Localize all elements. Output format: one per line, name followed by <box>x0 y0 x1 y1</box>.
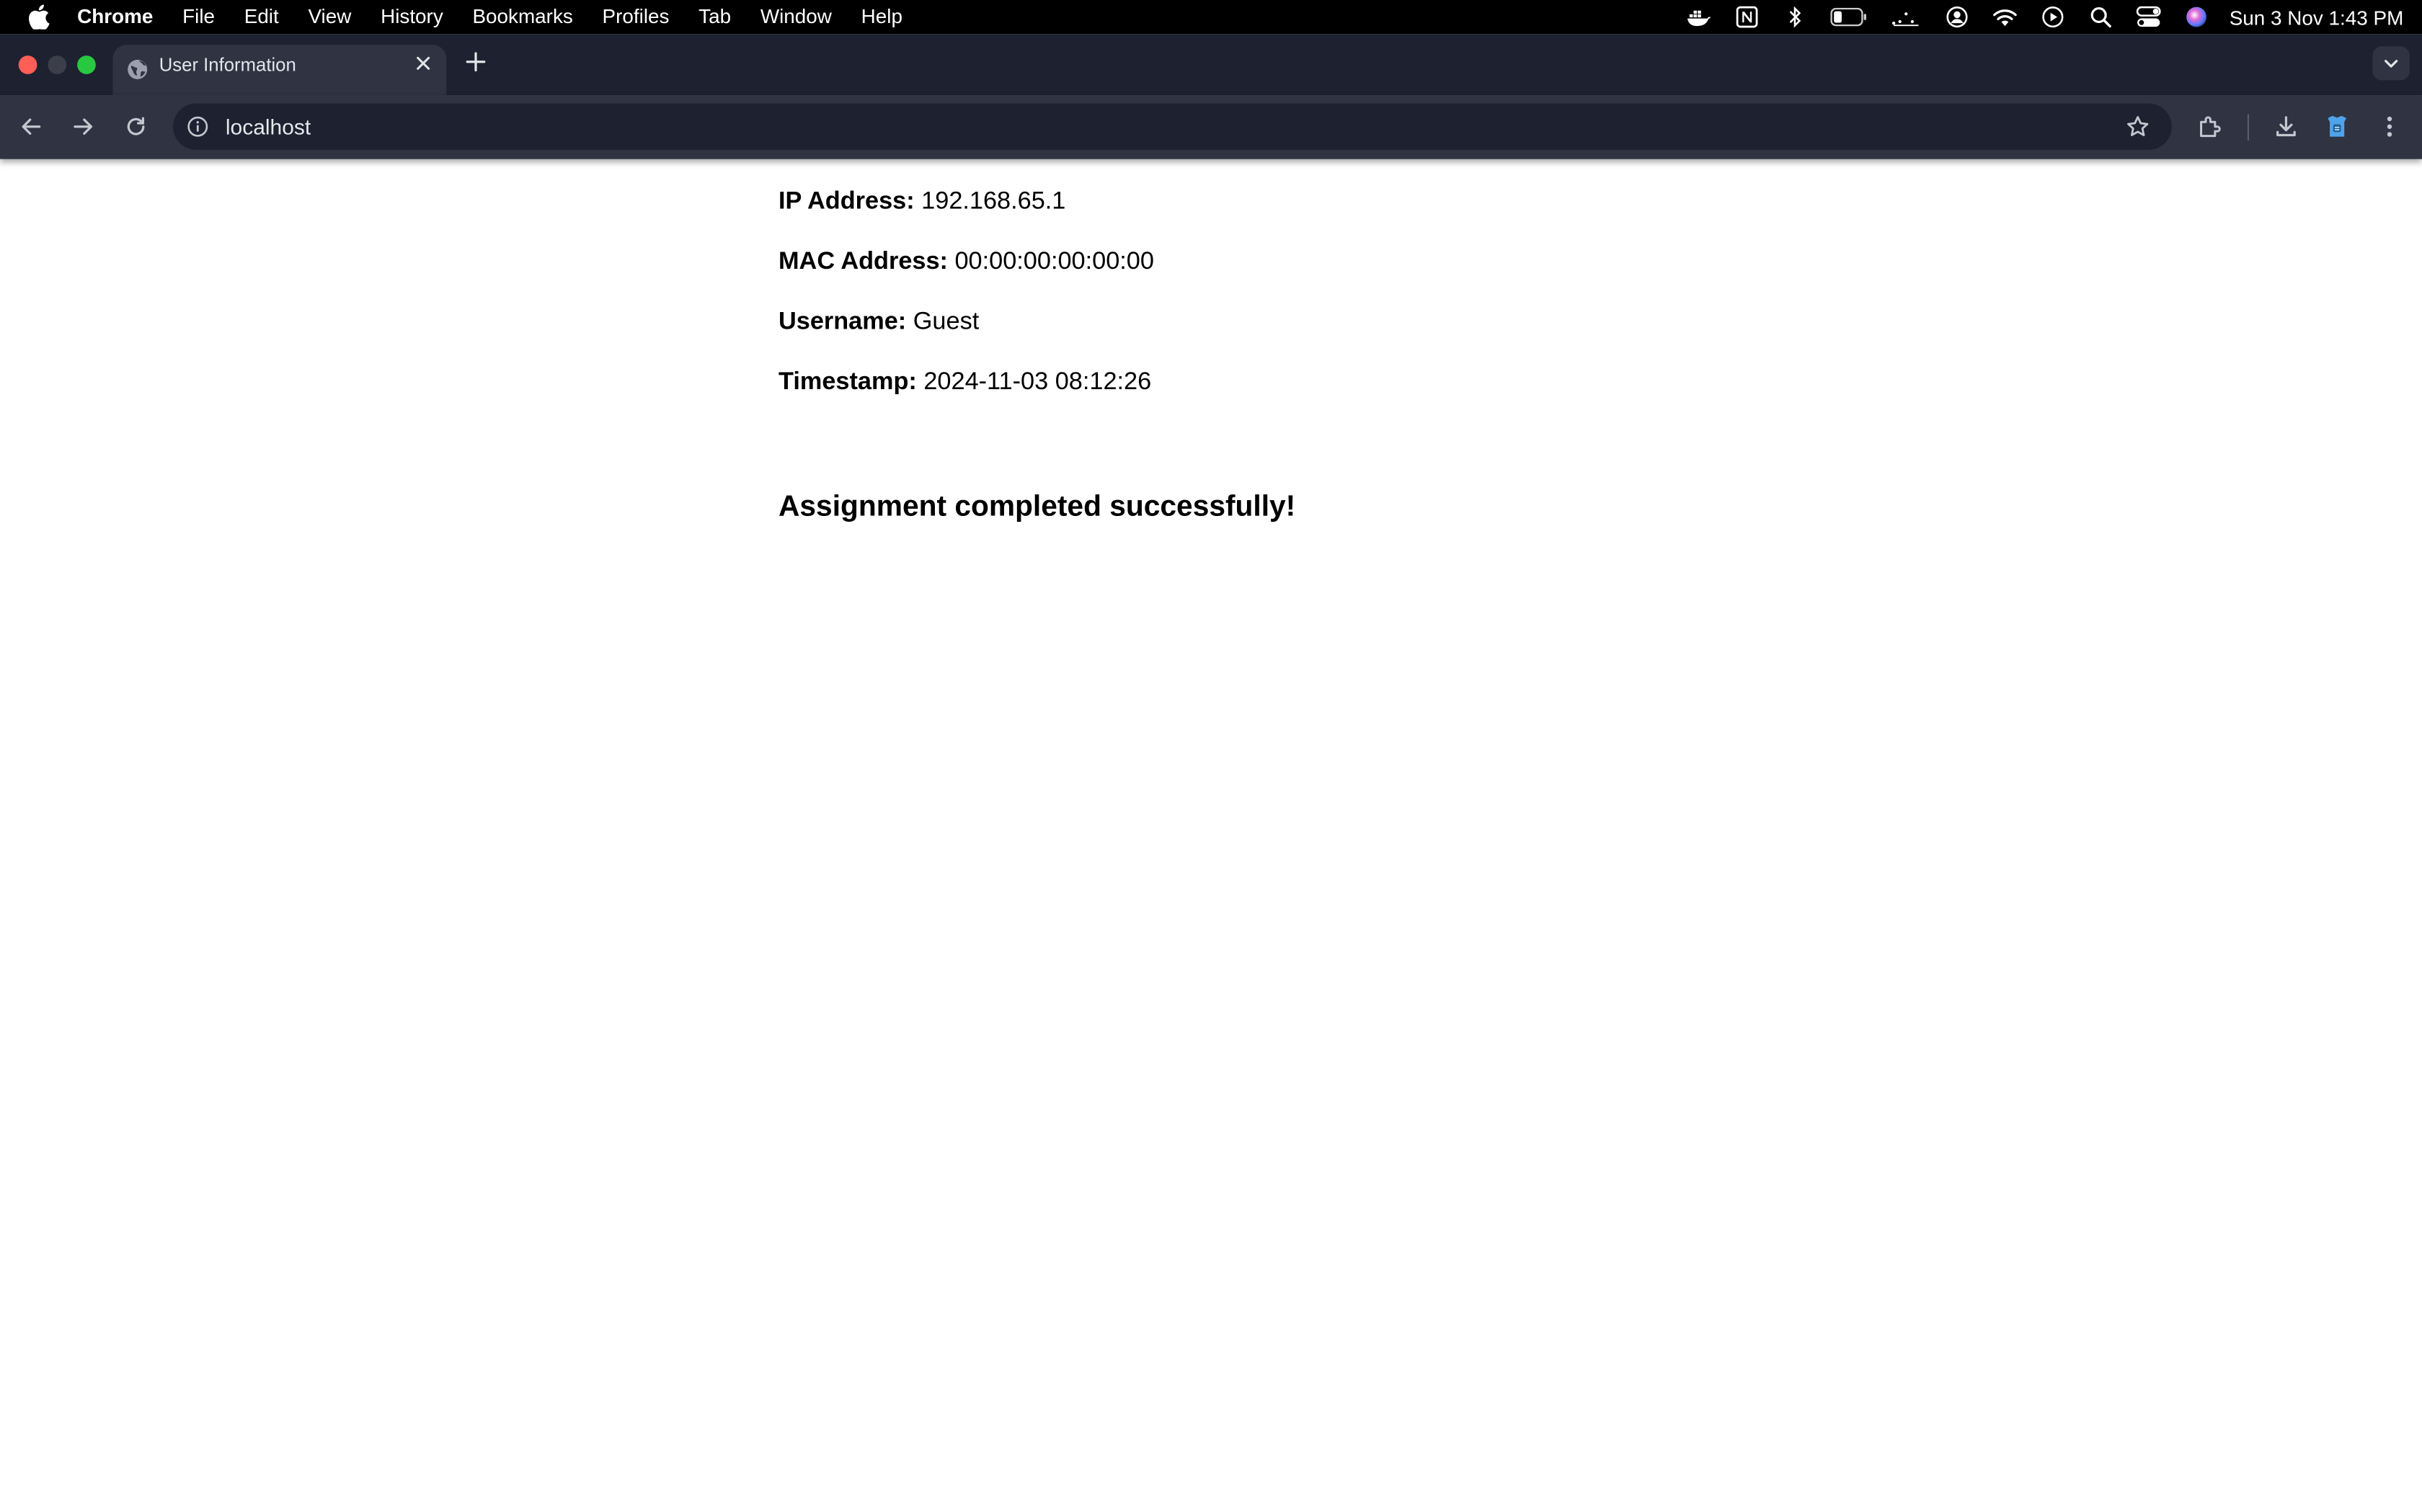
menu-profiles[interactable]: Profiles <box>603 0 670 34</box>
menu-history[interactable]: History <box>381 0 443 34</box>
tab-title: User Information <box>159 54 296 76</box>
minimize-window-button[interactable] <box>48 55 67 74</box>
chrome-menu-button[interactable] <box>2374 111 2405 142</box>
extensions-button[interactable] <box>2193 111 2224 142</box>
control-center-icon[interactable] <box>2137 6 2162 28</box>
toolbar-divider <box>2247 114 2249 141</box>
ip-address-row: IP Address: 192.168.65.1 <box>778 188 1065 216</box>
docker-icon[interactable] <box>1687 6 1712 28</box>
menu-help[interactable]: Help <box>861 0 902 34</box>
menu-bar: Chrome File Edit View History Bookmarks … <box>0 0 2422 35</box>
username-value: Guest <box>913 308 980 335</box>
downloads-button[interactable] <box>2271 111 2302 142</box>
bluetooth-icon[interactable] <box>1783 6 1807 28</box>
screen: Chrome File Edit View History Bookmarks … <box>0 0 2422 1512</box>
arrow-left-icon <box>22 118 41 135</box>
menu-view[interactable]: View <box>308 0 351 34</box>
new-tab-icon[interactable] <box>463 50 488 74</box>
tab-search-button[interactable] <box>2372 46 2410 81</box>
tab-user-information[interactable]: User Information <box>112 45 447 96</box>
close-tab-icon[interactable] <box>414 54 432 73</box>
menu-tab[interactable]: Tab <box>698 0 731 34</box>
globe-icon <box>128 59 148 79</box>
menu-app-chrome[interactable]: Chrome <box>77 0 153 34</box>
tab-strip: User Information <box>0 34 2422 96</box>
menu-edit[interactable]: Edit <box>244 0 279 34</box>
mac-address-value: 00:00:00:00:00:00 <box>954 249 1154 275</box>
close-window-button[interactable] <box>18 55 37 74</box>
wifi-icon[interactable] <box>1993 6 2018 28</box>
mac-address-label: MAC Address: <box>778 249 948 275</box>
apple-icon[interactable] <box>28 4 50 30</box>
profile-avatar-icon <box>2328 115 2346 137</box>
play-icon[interactable] <box>2041 6 2065 28</box>
status-area: Sun 3 Nov 1:43 PM <box>1664 0 2403 34</box>
zoom-window-button[interactable] <box>77 55 96 74</box>
success-message: Assignment completed successfully! <box>778 491 1296 524</box>
menu-window[interactable]: Window <box>760 0 832 34</box>
ip-address-label: IP Address: <box>778 188 915 215</box>
browser-toolbar: localhost <box>0 95 2422 159</box>
more-vertical-icon <box>2387 116 2392 137</box>
puzzle-icon <box>2199 115 2220 136</box>
back-button[interactable] <box>15 111 46 142</box>
menu-file[interactable]: File <box>182 0 215 34</box>
url-text[interactable]: localhost <box>226 104 311 150</box>
username-label: Username: <box>778 308 907 335</box>
battery-icon[interactable] <box>1830 6 1868 28</box>
timestamp-row: Timestamp: 2024-11-03 08:12:26 <box>778 369 1151 397</box>
ip-address-value: 192.168.65.1 <box>921 188 1066 215</box>
menu-bookmarks[interactable]: Bookmarks <box>472 0 572 34</box>
stage-manager-icon[interactable] <box>1891 6 1922 28</box>
search-icon[interactable] <box>2089 6 2113 28</box>
username-row: Username: Guest <box>778 309 979 337</box>
timestamp-label: Timestamp: <box>778 369 917 396</box>
chevron-down-icon <box>2385 60 2398 68</box>
arrow-right-icon <box>74 118 93 135</box>
timestamp-value: 2024-11-03 08:12:26 <box>923 369 1152 396</box>
forward-button[interactable] <box>68 111 99 142</box>
mac-address-row: MAC Address: 00:00:00:00:00:00 <box>778 249 1154 277</box>
download-icon <box>2276 116 2296 137</box>
profile-button[interactable] <box>2322 111 2353 142</box>
reload-icon <box>127 117 145 135</box>
notion-icon[interactable] <box>1735 6 1760 28</box>
menu-clock[interactable]: Sun 3 Nov 1:43 PM <box>2230 6 2404 29</box>
user-icon[interactable] <box>1945 6 1969 28</box>
siri-icon[interactable] <box>2185 6 2209 28</box>
address-bar[interactable]: localhost <box>173 103 2172 150</box>
reload-button[interactable] <box>120 111 151 142</box>
site-info-icon[interactable] <box>187 116 208 138</box>
bookmark-star-icon[interactable] <box>2126 115 2150 139</box>
